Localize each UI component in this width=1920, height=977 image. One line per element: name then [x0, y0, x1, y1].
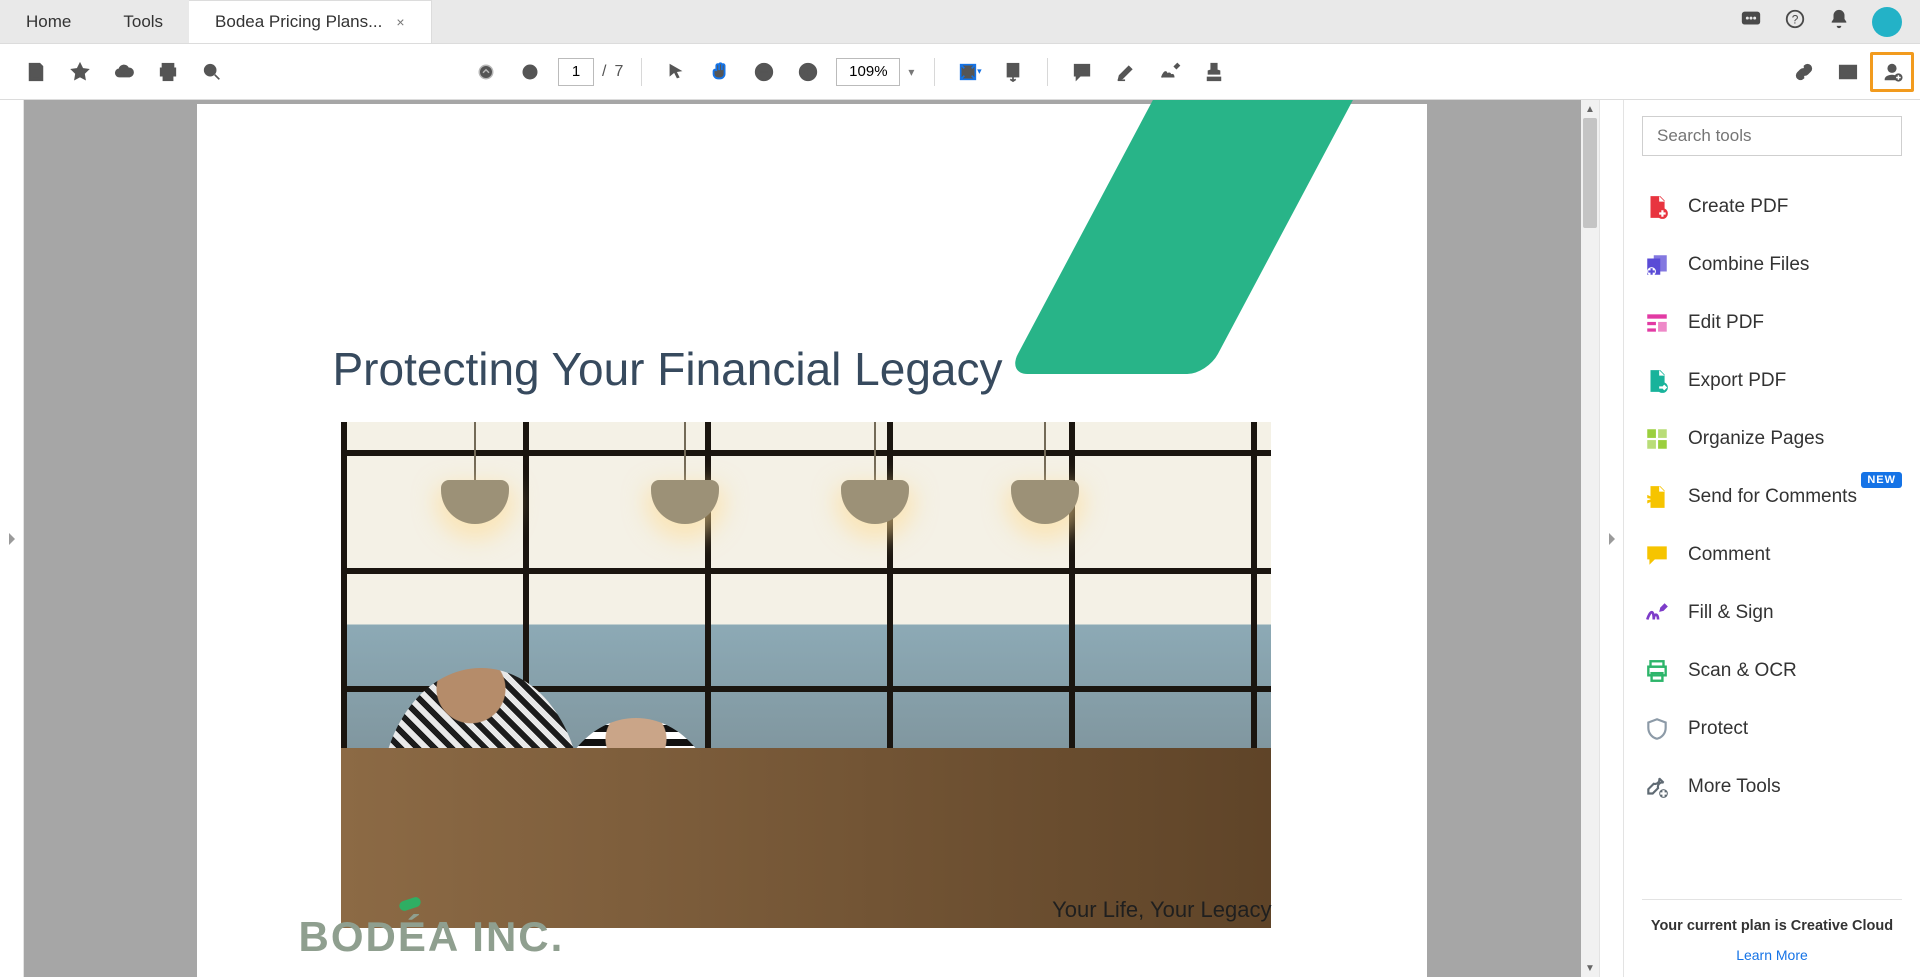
tool-list: Create PDF Combine Files Edit PDF Export PD…	[1642, 178, 1902, 887]
tab-document-label: Bodea Pricing Plans...	[215, 12, 382, 32]
combine-icon	[1642, 250, 1672, 280]
tab-document[interactable]: Bodea Pricing Plans... ×	[189, 0, 431, 43]
scroll-down-icon[interactable]: ▼	[1581, 959, 1599, 977]
page-width-button[interactable]	[991, 52, 1035, 92]
main-area: Protecting Your Financial Legacy BODÉA I…	[0, 100, 1920, 977]
create-pdf-icon	[1642, 192, 1672, 222]
tool-label: Organize Pages	[1688, 428, 1824, 450]
comment-icon	[1642, 540, 1672, 570]
fill-sign-icon	[1642, 598, 1672, 628]
tool-label: Create PDF	[1688, 196, 1788, 218]
tab-bar: Home Tools Bodea Pricing Plans... × ?	[0, 0, 1920, 44]
photo-person	[381, 668, 581, 928]
page-total: 7	[612, 63, 629, 81]
page-down-button[interactable]	[508, 52, 552, 92]
bell-icon[interactable]	[1828, 8, 1850, 35]
photo-mug	[651, 762, 671, 788]
highlight-icon[interactable]	[1104, 52, 1148, 92]
selection-tool-icon[interactable]	[654, 52, 698, 92]
company-logo: BODÉA INC.	[299, 913, 565, 961]
tool-label: Scan & OCR	[1688, 660, 1797, 682]
document-photo	[341, 422, 1271, 928]
tool-comment[interactable]: Comment	[1642, 526, 1902, 584]
tab-tools[interactable]: Tools	[97, 0, 189, 43]
tool-label: Send for Comments	[1688, 486, 1857, 508]
link-share-icon[interactable]	[1782, 52, 1826, 92]
zoom-out-button[interactable]	[742, 52, 786, 92]
zoom-in-button[interactable]	[786, 52, 830, 92]
scroll-up-icon[interactable]: ▲	[1581, 100, 1599, 118]
stamp-icon[interactable]	[1192, 52, 1236, 92]
edit-pdf-icon	[1642, 308, 1672, 338]
svg-text:?: ?	[1792, 13, 1799, 27]
tab-close-icon[interactable]: ×	[396, 14, 404, 30]
share-people-button[interactable]	[1870, 52, 1914, 92]
tool-export-pdf[interactable]: Export PDF	[1642, 352, 1902, 410]
print-button[interactable]	[146, 52, 190, 92]
document-heading: Protecting Your Financial Legacy	[333, 342, 1003, 396]
message-icon[interactable]	[1740, 8, 1762, 35]
tool-label: Protect	[1688, 718, 1748, 740]
document-tagline: Your Life, Your Legacy	[1052, 897, 1271, 923]
left-panel-toggle[interactable]	[0, 100, 24, 977]
document-viewer[interactable]: Protecting Your Financial Legacy BODÉA I…	[24, 100, 1599, 977]
tool-organize[interactable]: Organize Pages	[1642, 410, 1902, 468]
scan-ocr-icon	[1642, 656, 1672, 686]
tool-label: Export PDF	[1688, 370, 1786, 392]
tools-panel: Create PDF Combine Files Edit PDF Export PD…	[1623, 100, 1920, 977]
new-badge: NEW	[1861, 472, 1902, 488]
right-panel-toggle[interactable]	[1599, 100, 1623, 977]
tool-create-pdf[interactable]: Create PDF	[1642, 178, 1902, 236]
more-tools-icon	[1642, 772, 1672, 802]
tool-label: Comment	[1688, 544, 1770, 566]
export-pdf-icon	[1642, 366, 1672, 396]
tab-home[interactable]: Home	[0, 0, 97, 43]
organize-icon	[1642, 424, 1672, 454]
send-comments-icon	[1642, 482, 1672, 512]
page-separator: /	[600, 63, 612, 81]
tool-combine[interactable]: Combine Files	[1642, 236, 1902, 294]
tool-fill-sign[interactable]: Fill & Sign	[1642, 584, 1902, 642]
account-avatar[interactable]	[1872, 7, 1902, 37]
viewer-scrollbar[interactable]: ▲ ▼	[1581, 100, 1599, 977]
tool-send-comments[interactable]: Send for CommentsNEW	[1642, 468, 1902, 526]
tool-label: Edit PDF	[1688, 312, 1764, 334]
page-number-input[interactable]	[558, 58, 594, 86]
help-icon[interactable]: ?	[1784, 8, 1806, 35]
scroll-thumb[interactable]	[1583, 118, 1597, 228]
titlebar-icons: ?	[1722, 0, 1920, 43]
find-button[interactable]	[190, 52, 234, 92]
tool-more-tools[interactable]: More Tools	[1642, 758, 1902, 816]
protect-icon	[1642, 714, 1672, 744]
zoom-dropdown-icon[interactable]: ▾	[900, 65, 922, 79]
page-up-button[interactable]	[464, 52, 508, 92]
zoom-input[interactable]	[836, 58, 900, 86]
signature-icon[interactable]	[1148, 52, 1192, 92]
decorative-shape	[1007, 100, 1367, 374]
learn-more-link[interactable]: Learn More	[1642, 947, 1902, 963]
toolbar: / 7 ▾ ▾	[0, 44, 1920, 100]
tool-label: Fill & Sign	[1688, 602, 1774, 624]
tool-protect[interactable]: Protect	[1642, 700, 1902, 758]
tool-label: Combine Files	[1688, 254, 1809, 276]
search-tools-input[interactable]	[1642, 116, 1902, 156]
photo-person	[551, 718, 721, 928]
star-button[interactable]	[58, 52, 102, 92]
tool-scan-ocr[interactable]: Scan & OCR	[1642, 642, 1902, 700]
add-comment-icon[interactable]	[1060, 52, 1104, 92]
save-button[interactable]	[14, 52, 58, 92]
tool-edit-pdf[interactable]: Edit PDF	[1642, 294, 1902, 352]
hand-tool-icon[interactable]	[698, 52, 742, 92]
plan-text: Your current plan is Creative Cloud	[1642, 916, 1902, 937]
fit-page-button[interactable]: ▾	[947, 52, 991, 92]
pdf-page: Protecting Your Financial Legacy BODÉA I…	[197, 104, 1427, 977]
cloud-upload-icon[interactable]	[102, 52, 146, 92]
tool-label: More Tools	[1688, 776, 1781, 798]
email-icon[interactable]	[1826, 52, 1870, 92]
